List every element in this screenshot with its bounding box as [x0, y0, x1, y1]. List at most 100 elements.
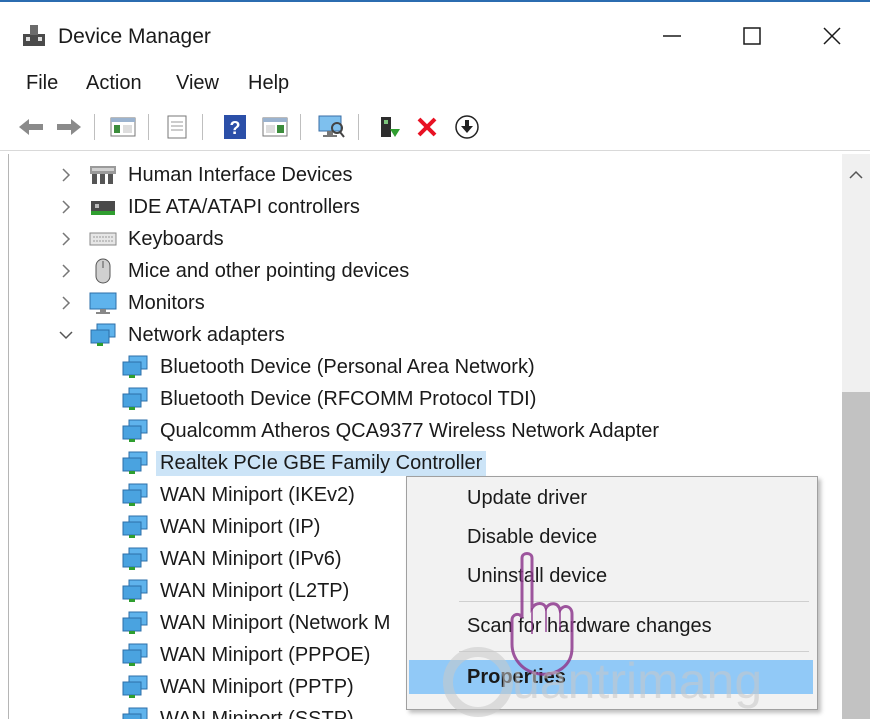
- network-adapter-icon: [121, 450, 149, 476]
- tree-item-label: WAN Miniport (PPPOE): [160, 643, 371, 666]
- tree-item-realtek-selected[interactable]: Realtek PCIe GBE Family Controller: [121, 448, 487, 478]
- menu-item-label: Update driver: [467, 486, 588, 509]
- tree-item-wan-network-monitor[interactable]: WAN Miniport (Network M: [121, 608, 394, 638]
- tree-item-label: Mice and other pointing devices: [128, 259, 410, 282]
- menu-item-label: Disable device: [467, 525, 598, 548]
- tree-item-bluetooth-pan[interactable]: Bluetooth Device (Personal Area Network): [121, 352, 539, 382]
- mouse-icon: [89, 258, 117, 284]
- tree-item-label: WAN Miniport (SSTP): [160, 707, 354, 719]
- tree-item-wan-l2tp[interactable]: WAN Miniport (L2TP): [121, 576, 353, 606]
- chevron-right-icon[interactable]: [57, 229, 75, 249]
- monitor-icon: [89, 290, 117, 316]
- tree-item-label: Monitors: [128, 291, 205, 314]
- back-arrow-icon[interactable]: [16, 112, 46, 142]
- chevron-right-icon[interactable]: [57, 261, 75, 281]
- menu-item-label: Properties: [467, 665, 566, 688]
- tree-category-human-interface-devices[interactable]: Human Interface Devices: [57, 160, 357, 190]
- chevron-down-icon[interactable]: [57, 325, 75, 345]
- toolbar-separator: [300, 114, 301, 140]
- svg-text:?: ?: [230, 118, 241, 138]
- tree-item-label: Network adapters: [128, 323, 285, 346]
- tree-item-wan-ipv6[interactable]: WAN Miniport (IPv6): [121, 544, 346, 574]
- update-driver-icon[interactable]: [374, 112, 404, 142]
- menu-help[interactable]: Help: [246, 72, 291, 95]
- network-adapter-icon: [121, 674, 149, 700]
- uninstall-device-icon[interactable]: [412, 112, 442, 142]
- tree-item-label: Qualcomm Atheros QCA9377 Wireless Networ…: [160, 419, 660, 442]
- tree-item-label: WAN Miniport (IP): [160, 515, 321, 538]
- network-adapter-icon: [121, 610, 149, 636]
- keyboard-icon: [89, 226, 117, 252]
- toolbar-separator: [358, 114, 359, 140]
- menu-item-label: Scan for hardware changes: [467, 614, 712, 637]
- network-adapter-icon: [121, 578, 149, 604]
- tree-item-label: WAN Miniport (IPv6): [160, 547, 342, 570]
- help-icon[interactable]: ?: [220, 112, 250, 142]
- network-adapter-icon: [121, 642, 149, 668]
- tree-item-label: WAN Miniport (PPTP): [160, 675, 354, 698]
- scroll-up-arrow-icon[interactable]: [842, 162, 870, 188]
- menu-file[interactable]: File: [24, 72, 60, 95]
- close-button[interactable]: [810, 16, 854, 56]
- properties-sheet-icon[interactable]: [162, 112, 192, 142]
- network-adapter-icon: [89, 322, 117, 348]
- menu-item-update-driver[interactable]: Update driver: [409, 481, 813, 515]
- vertical-scrollbar[interactable]: [842, 154, 870, 719]
- menu-item-properties[interactable]: Properties: [409, 660, 813, 694]
- tree-item-wan-pptp[interactable]: WAN Miniport (PPTP): [121, 672, 358, 702]
- device-manager-icon: [20, 22, 48, 50]
- scrollbar-thumb[interactable]: [842, 392, 870, 719]
- tree-category-network-adapters[interactable]: Network adapters: [57, 320, 289, 350]
- forward-arrow-icon[interactable]: [54, 112, 84, 142]
- title-bar[interactable]: Device Manager: [0, 2, 870, 64]
- tree-item-wan-ikev2[interactable]: WAN Miniport (IKEv2): [121, 480, 359, 510]
- toolbar-separator: [148, 114, 149, 140]
- enable-device-icon[interactable]: [452, 112, 482, 142]
- toolbar: ?: [0, 104, 870, 151]
- tree-item-wan-pppoe[interactable]: WAN Miniport (PPPOE): [121, 640, 374, 670]
- chevron-right-icon[interactable]: [57, 293, 75, 313]
- menu-item-label: Uninstall device: [467, 564, 608, 587]
- tree-item-label: WAN Miniport (L2TP): [160, 579, 350, 602]
- tree-item-qualcomm-atheros[interactable]: Qualcomm Atheros QCA9377 Wireless Networ…: [121, 416, 663, 446]
- menu-separator: [459, 601, 809, 602]
- network-adapter-icon: [121, 514, 149, 540]
- tree-item-label: WAN Miniport (IKEv2): [160, 483, 355, 506]
- scan-hardware-icon[interactable]: [316, 112, 346, 142]
- tree-item-label: IDE ATA/ATAPI controllers: [128, 195, 360, 218]
- show-hide-console-tree-icon[interactable]: [108, 112, 138, 142]
- tree-item-wan-sstp[interactable]: WAN Miniport (SSTP): [121, 704, 358, 719]
- maximize-button[interactable]: [730, 16, 774, 56]
- network-adapter-icon: [121, 354, 149, 380]
- device-manager-window: Device Manager File Action View Help ? H…: [0, 0, 870, 719]
- tree-item-label: WAN Miniport (Network M: [160, 611, 391, 634]
- network-adapter-icon: [121, 482, 149, 508]
- menu-item-uninstall-device[interactable]: Uninstall device: [409, 559, 813, 593]
- tree-item-wan-ip[interactable]: WAN Miniport (IP): [121, 512, 324, 542]
- chevron-right-icon[interactable]: [57, 197, 75, 217]
- chevron-right-icon[interactable]: [57, 165, 75, 185]
- network-adapter-icon: [121, 418, 149, 444]
- toolbar-separator: [202, 114, 203, 140]
- minimize-button[interactable]: [650, 16, 694, 56]
- action-pane-icon[interactable]: [260, 112, 290, 142]
- tree-category-ide-ata-atapi[interactable]: IDE ATA/ATAPI controllers: [57, 192, 364, 222]
- tree-item-label: Keyboards: [128, 227, 224, 250]
- network-adapter-icon: [121, 706, 149, 719]
- tree-category-keyboards[interactable]: Keyboards: [57, 224, 228, 254]
- window-title: Device Manager: [58, 25, 211, 48]
- menu-view[interactable]: View: [174, 72, 221, 95]
- tree-item-label: Human Interface Devices: [128, 163, 353, 186]
- network-adapter-icon: [121, 386, 149, 412]
- context-menu: Update driver Disable device Uninstall d…: [406, 476, 818, 710]
- tree-item-label: Bluetooth Device (RFCOMM Protocol TDI): [160, 387, 537, 410]
- tree-category-mice[interactable]: Mice and other pointing devices: [57, 256, 413, 286]
- menu-item-disable-device[interactable]: Disable device: [409, 520, 813, 554]
- menu-item-scan-hardware[interactable]: Scan for hardware changes: [409, 609, 813, 643]
- tree-item-label: Realtek PCIe GBE Family Controller: [156, 450, 487, 476]
- menu-action[interactable]: Action: [84, 72, 144, 95]
- tree-category-monitors[interactable]: Monitors: [57, 288, 209, 318]
- menu-separator: [459, 651, 809, 652]
- toolbar-separator: [94, 114, 95, 140]
- tree-item-bluetooth-rfcomm[interactable]: Bluetooth Device (RFCOMM Protocol TDI): [121, 384, 540, 414]
